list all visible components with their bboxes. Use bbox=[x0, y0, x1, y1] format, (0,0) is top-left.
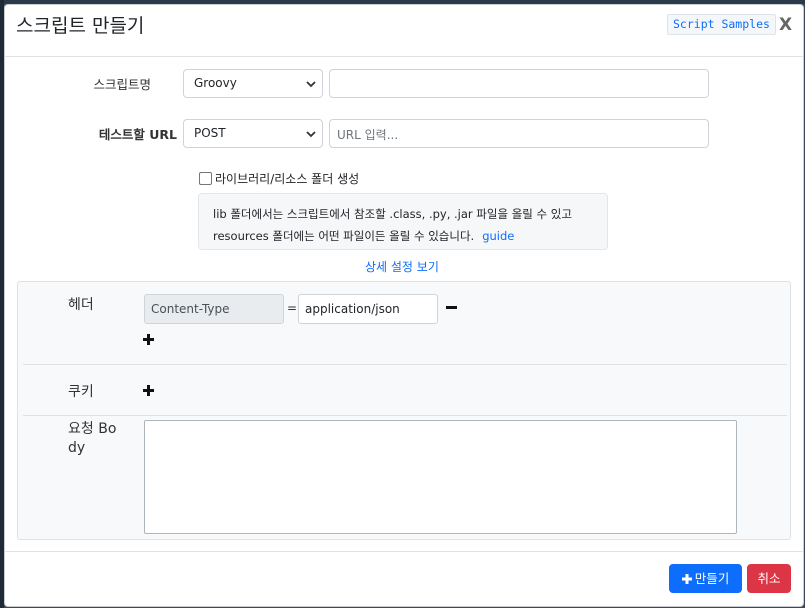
equals-sign: = bbox=[287, 301, 298, 315]
language-select[interactable]: Groovy bbox=[183, 69, 323, 98]
method-select[interactable]: POST bbox=[183, 119, 323, 148]
script-name-label: 스크립트명 bbox=[93, 77, 151, 92]
create-script-modal: 스크립트 만들기 Script Samples X 스크립트명 Groovy 테… bbox=[4, 4, 804, 607]
create-button[interactable]: 만들기 bbox=[669, 564, 742, 593]
info-text-line2: resources 폴더에는 어떤 파일이든 올릴 수 있습니다. bbox=[213, 229, 475, 243]
guide-link[interactable]: guide bbox=[482, 229, 514, 243]
lib-folder-checkbox-label: 라이브러리/리소스 폴더 생성 bbox=[215, 172, 360, 186]
request-body-label-line2: dy bbox=[68, 440, 86, 456]
advanced-settings-panel: 헤더 Content-Type = application/json 쿠키 요청… bbox=[17, 281, 791, 540]
chevron-down-icon bbox=[306, 131, 316, 138]
lib-folder-option[interactable]: 라이브러리/리소스 폴더 생성 bbox=[199, 170, 359, 187]
modal-footer-divider bbox=[5, 551, 803, 552]
script-name-input[interactable] bbox=[329, 69, 709, 98]
close-button[interactable]: X bbox=[779, 15, 792, 35]
request-body-textarea[interactable] bbox=[144, 420, 737, 534]
lib-folder-checkbox[interactable] bbox=[199, 172, 212, 185]
create-button-label: 만들기 bbox=[694, 571, 730, 586]
header-value-input[interactable]: application/json bbox=[298, 294, 438, 324]
request-body-label-line1: 요청 Bo bbox=[68, 421, 117, 437]
request-body-label: 요청 Bo dy bbox=[68, 420, 116, 458]
remove-header-icon[interactable] bbox=[446, 306, 457, 310]
header-key-field: Content-Type bbox=[144, 294, 284, 324]
headers-label: 헤더 bbox=[68, 297, 94, 313]
url-input[interactable]: URL 입력... bbox=[329, 119, 709, 148]
modal-title: 스크립트 만들기 bbox=[16, 15, 145, 37]
add-header-icon[interactable] bbox=[143, 334, 154, 345]
cancel-button[interactable]: 취소 bbox=[747, 564, 791, 593]
language-select-value: Groovy bbox=[194, 76, 237, 90]
modal-header: 스크립트 만들기 Script Samples X bbox=[5, 5, 803, 57]
advanced-settings-link[interactable]: 상세 설정 보기 bbox=[365, 258, 439, 275]
chevron-down-icon bbox=[306, 81, 316, 88]
plus-icon bbox=[681, 574, 692, 584]
divider bbox=[23, 415, 787, 416]
info-text-line1: lib 폴더에서는 스크립트에서 참조할 .class, .py, .jar 파… bbox=[213, 207, 572, 221]
method-select-value: POST bbox=[194, 126, 226, 140]
lib-info-box: lib 폴더에서는 스크립트에서 참조할 .class, .py, .jar 파… bbox=[198, 193, 608, 250]
test-url-label: 테스트할 URL bbox=[98, 127, 177, 142]
cookies-label: 쿠키 bbox=[68, 384, 94, 400]
script-samples-button[interactable]: Script Samples bbox=[667, 14, 776, 35]
divider bbox=[23, 364, 787, 365]
add-cookie-icon[interactable] bbox=[143, 385, 154, 396]
